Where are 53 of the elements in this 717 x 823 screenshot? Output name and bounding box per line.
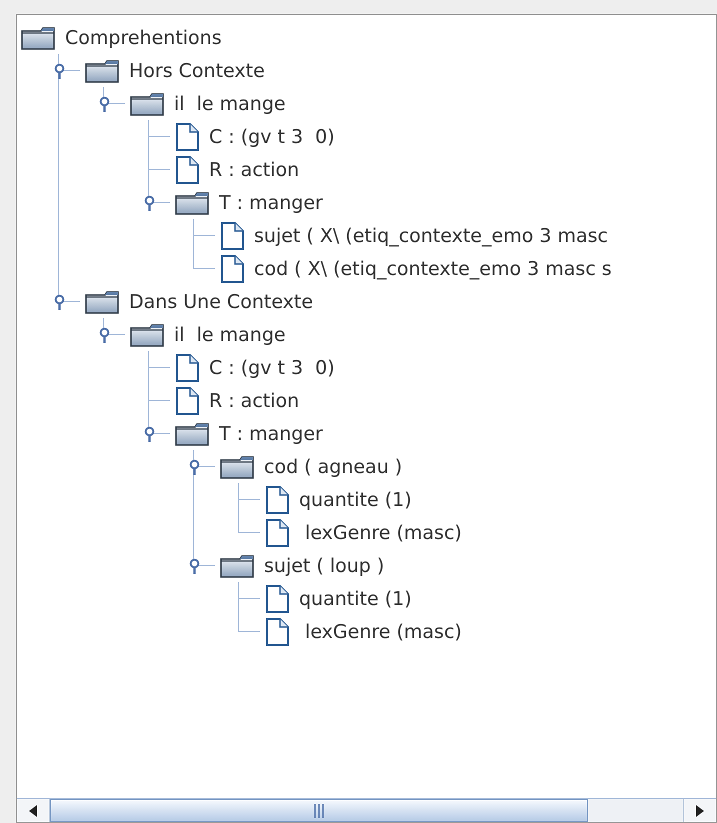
tree-node-label[interactable]: lexGenre (masc) — [299, 620, 462, 644]
tree-node-label[interactable]: lexGenre (masc) — [299, 520, 462, 544]
tree-node-label[interactable]: Dans Une Contexte — [129, 290, 314, 314]
expand-handle-icon[interactable] — [144, 195, 155, 211]
folder-icon — [21, 26, 55, 50]
document-icon — [175, 156, 199, 184]
scroll-right-button[interactable] — [683, 799, 716, 822]
scrollbar-thumb[interactable] — [50, 799, 588, 822]
document-icon — [220, 222, 244, 250]
document-icon — [175, 122, 199, 150]
document-icon — [265, 486, 289, 514]
expand-handle-icon[interactable] — [144, 426, 155, 442]
expand-handle-icon[interactable] — [54, 294, 65, 310]
folder-icon — [130, 92, 164, 116]
right-arrow-icon — [696, 804, 704, 816]
document-icon — [265, 584, 289, 612]
tree-node-label[interactable]: il le mange — [174, 322, 286, 346]
scroll-left-button[interactable] — [17, 799, 50, 822]
tree-node-label[interactable]: Hors Contexte — [129, 58, 265, 82]
document-icon — [175, 354, 199, 382]
tree-node-label[interactable]: R : action — [209, 388, 300, 412]
grip-icon — [314, 804, 324, 818]
document-icon — [175, 386, 199, 414]
folder-icon — [175, 422, 209, 446]
folder-icon — [85, 58, 119, 82]
tree-node-label[interactable]: sujet ( X\ (etiq_contexte_emo 3 masc — [254, 224, 608, 248]
folder-icon — [220, 554, 254, 578]
tree-node-label[interactable]: T : manger — [219, 190, 323, 214]
document-icon — [220, 254, 244, 282]
horizontal-scrollbar[interactable] — [17, 798, 716, 822]
tree-node-label[interactable]: quantite (1) — [299, 586, 412, 610]
expand-handle-icon[interactable] — [54, 63, 65, 79]
folder-icon — [85, 290, 119, 314]
document-icon — [265, 518, 289, 546]
tree-node-label[interactable]: T : manger — [219, 422, 323, 446]
tree-node-label[interactable]: C : (gv t 3 0) — [209, 124, 335, 148]
tree-node-label[interactable]: sujet ( loup ) — [264, 554, 384, 578]
tree-node-label[interactable]: cod ( X\ (etiq_contexte_emo 3 masc s — [254, 256, 612, 280]
expand-handle-icon[interactable] — [99, 327, 110, 343]
folder-icon — [175, 190, 209, 214]
expand-handle-icon[interactable] — [189, 459, 200, 475]
tree-node-label[interactable]: il le mange — [174, 92, 286, 116]
folder-icon — [130, 322, 164, 346]
tree-node-label[interactable]: R : action — [209, 158, 300, 182]
expand-handle-icon[interactable] — [99, 96, 110, 112]
tree-node-label[interactable]: quantite (1) — [299, 488, 412, 512]
tree-node-label[interactable]: C : (gv t 3 0) — [209, 356, 335, 380]
document-icon — [265, 618, 289, 646]
left-arrow-icon — [29, 804, 37, 816]
tree-node-label[interactable]: cod ( agneau ) — [264, 454, 402, 478]
folder-icon — [220, 454, 254, 478]
tree-node-label[interactable]: Comprehentions — [65, 26, 222, 50]
expand-handle-icon[interactable] — [189, 558, 200, 574]
